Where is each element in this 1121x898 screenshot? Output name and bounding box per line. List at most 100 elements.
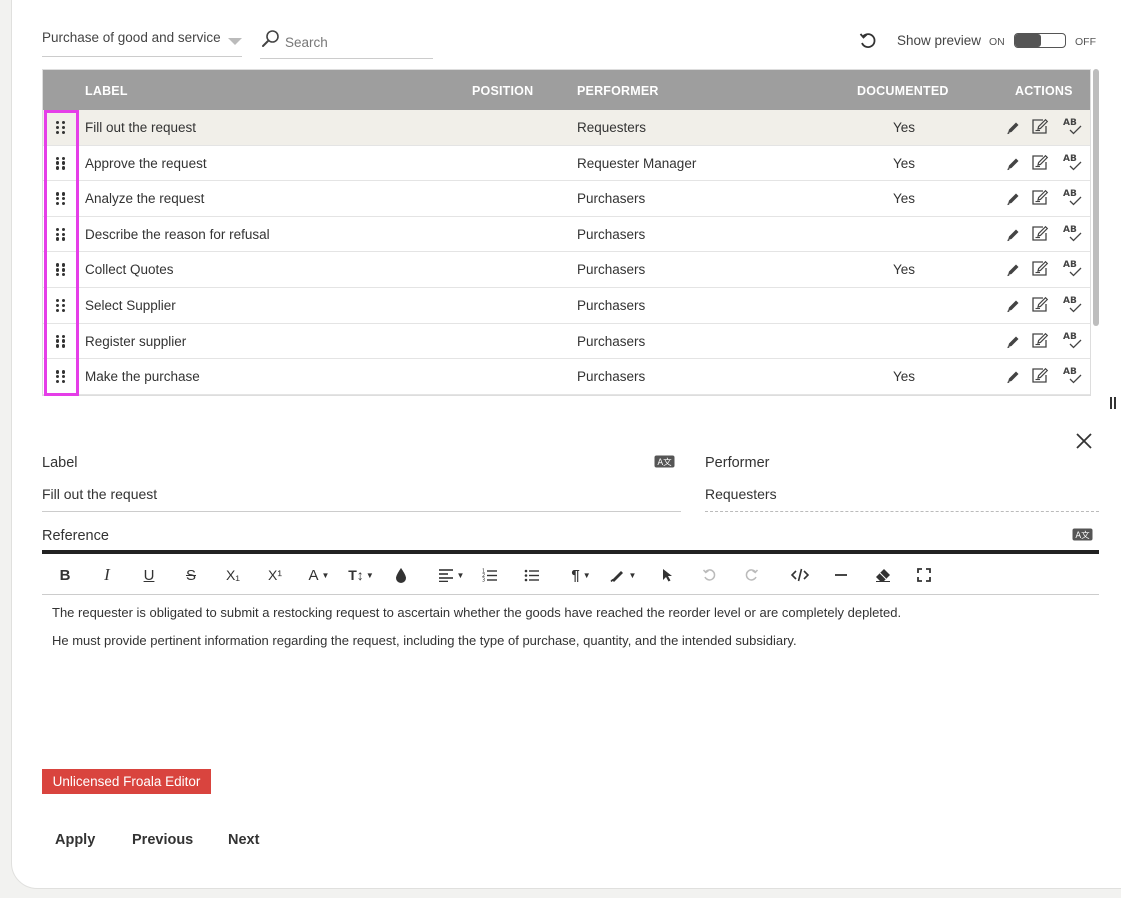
spell-check-icon[interactable]: AB [1061,329,1083,351]
cell-label: Register supplier [85,333,187,349]
column-header-actions: ACTIONS [1015,84,1073,98]
edit-document-icon[interactable] [1031,189,1050,206]
cell-label: Approve the request [85,155,207,171]
edit-icon[interactable] [1006,335,1020,349]
svg-text:3: 3 [482,578,485,583]
edit-document-icon[interactable] [1031,296,1050,313]
paragraph-style-icon[interactable]: ▼ [608,564,638,586]
ordered-list-icon[interactable]: 123 [480,564,500,586]
performer-field-input[interactable]: Requesters [705,486,777,502]
table-scrollbar[interactable] [1093,69,1099,326]
spell-check-icon[interactable]: AB [1061,293,1083,315]
chevron-down-icon [228,38,242,45]
resize-handle[interactable] [1110,397,1116,409]
subscript-button[interactable]: X₁ [222,564,244,586]
editor-paragraph: He must provide pertinent information re… [52,633,797,648]
underline-button[interactable]: U [140,564,158,586]
edit-document-icon[interactable] [1031,332,1050,349]
table-body: Fill out the request Requesters Yes AB Appro… [43,110,1090,395]
undo-icon[interactable] [858,31,878,51]
edit-icon[interactable] [1006,157,1020,171]
edit-document-icon[interactable] [1031,260,1050,277]
previous-button[interactable]: Previous [132,832,193,848]
column-header-performer[interactable]: PERFORMER [577,84,659,98]
column-header-documented[interactable]: DOCUMENTED [857,84,949,98]
spell-check-icon[interactable]: AB [1061,257,1083,279]
cell-label: Analyze the request [85,191,205,207]
close-icon[interactable] [1075,432,1093,450]
column-header-position[interactable]: POSITION [472,84,533,98]
cell-label: Make the purchase [85,369,200,385]
edit-document-icon[interactable] [1031,118,1050,135]
next-button[interactable]: Next [228,832,259,848]
font-size-button-label: T↕ [348,567,364,583]
edit-document-icon[interactable] [1031,367,1050,384]
font-size-button[interactable]: T↕ ▼ [346,564,376,586]
edit-icon[interactable] [1006,192,1020,206]
toggle-on-label: ON [989,36,1005,48]
table-row[interactable]: Describe the reason for refusal Purchaser… [43,217,1090,253]
unordered-list-icon[interactable] [522,564,542,586]
translate-icon-text: A文 [657,457,672,468]
performer-field-underline [705,511,1099,512]
apply-button[interactable]: Apply [55,832,95,848]
search-input[interactable] [285,35,425,50]
select-all-icon[interactable] [660,564,676,586]
text-color-icon[interactable] [392,564,410,586]
process-select[interactable]: Purchase of good and service [42,30,242,57]
undo-editor-icon[interactable] [700,564,718,586]
toggle-off-label: OFF [1075,36,1096,48]
cell-documented: Yes [893,191,916,207]
spell-check-icon-text: AB [1063,189,1077,199]
cell-documented: Yes [893,262,916,278]
table-row[interactable]: Fill out the request Requesters Yes AB [43,110,1090,146]
cell-performer: Requesters [577,120,647,135]
clear-formatting-icon[interactable] [874,564,892,586]
table-row[interactable]: Collect Quotes Purchasers Yes AB [43,252,1090,288]
spell-check-icon[interactable]: AB [1061,151,1083,173]
edit-icon[interactable] [1006,263,1020,277]
spell-check-icon[interactable]: AB [1061,115,1083,137]
redo-editor-icon[interactable] [743,564,761,586]
edit-document-icon[interactable] [1031,154,1050,171]
cell-label: Collect Quotes [85,262,174,278]
search-icon [262,29,279,47]
font-family-button[interactable]: A ▼ [304,564,334,586]
edit-icon[interactable] [1006,299,1020,313]
table-row[interactable]: Select Supplier Purchasers AB [43,288,1090,324]
label-field-input[interactable]: Fill out the request [42,486,157,502]
column-header-label[interactable]: LABEL [85,84,128,98]
cell-label: Describe the reason for refusal [85,226,270,242]
drag-handle-highlight [44,110,79,396]
cell-performer: Purchasers [577,191,646,207]
strikethrough-button[interactable]: S [182,564,200,586]
spell-check-icon[interactable]: AB [1061,222,1083,244]
edit-icon[interactable] [1006,228,1020,242]
cell-documented: Yes [893,120,916,135]
fullscreen-icon[interactable] [915,564,933,586]
code-view-icon[interactable] [790,564,810,586]
bold-button[interactable]: B [56,564,74,586]
performer-field-title: Performer [705,455,770,471]
cell-performer: Purchasers [577,297,646,313]
align-icon[interactable]: ▼ [435,564,467,586]
table-row[interactable]: Register supplier Purchasers AB [43,324,1090,360]
edit-document-icon[interactable] [1031,225,1050,242]
table-row[interactable]: Approve the request Requester Manager Yes A… [43,146,1090,182]
translate-icon[interactable]: A文 [654,455,675,468]
table-row[interactable]: Make the purchase Purchasers Yes AB [43,359,1090,395]
spell-check-icon[interactable]: AB [1061,186,1083,208]
translate-icon[interactable]: A文 [1072,528,1093,541]
show-preview-toggle[interactable] [1014,33,1066,48]
italic-button[interactable]: I [98,564,116,586]
superscript-button[interactable]: X¹ [264,564,286,586]
cell-performer: Purchasers [577,369,646,385]
horizontal-line-icon[interactable] [832,564,850,586]
unlicensed-badge[interactable]: Unlicensed Froala Editor [42,769,211,794]
edit-icon[interactable] [1006,370,1020,384]
paragraph-format-button[interactable]: ¶ ▼ [566,564,596,586]
spell-check-icon[interactable]: AB [1061,364,1083,386]
search-box[interactable] [260,27,433,59]
edit-icon[interactable] [1006,121,1020,135]
table-row[interactable]: Analyze the request Purchasers Yes AB [43,181,1090,217]
